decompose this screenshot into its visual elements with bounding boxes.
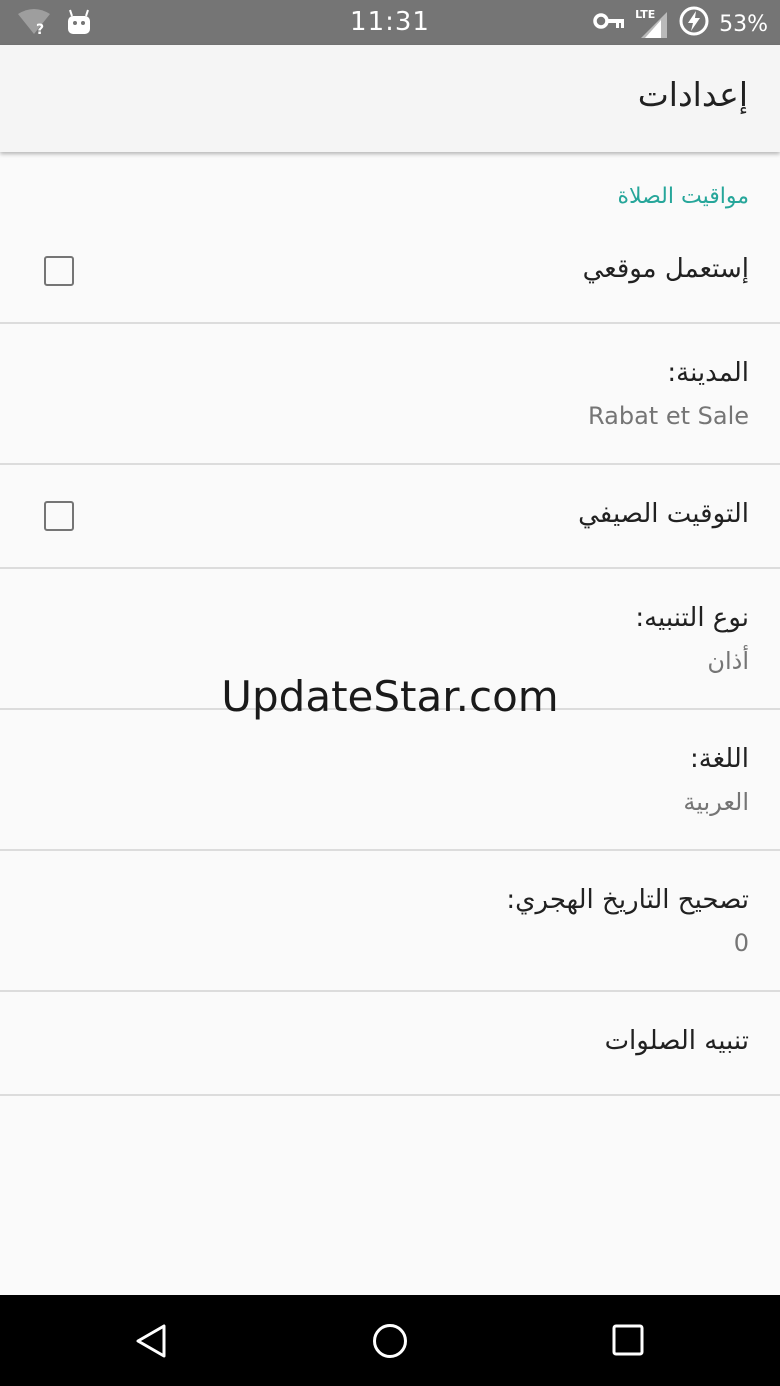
pref-prayer-alerts[interactable]: تنبيه الصلوات (0, 992, 780, 1096)
pref-summary: العربية (683, 788, 749, 816)
pref-summary: أذان (707, 647, 749, 675)
home-icon[interactable] (372, 1323, 408, 1359)
pref-title: تنبيه الصلوات (604, 1026, 749, 1056)
pref-summary: 0 (733, 929, 749, 957)
use-location-checkbox[interactable] (44, 256, 74, 286)
recents-icon[interactable] (611, 1323, 647, 1359)
status-bar: ? 11:31 LTE 53% (0, 0, 780, 45)
battery-charging-icon (679, 6, 709, 42)
pref-alert-type[interactable]: نوع التنبيه: أذان (0, 569, 780, 710)
pref-title: تصحيح التاريخ الهجري: (506, 885, 749, 915)
pref-language[interactable]: اللغة: العربية (0, 710, 780, 851)
battery-percent: 53% (719, 11, 768, 37)
daylight-saving-checkbox[interactable] (44, 501, 74, 531)
pref-city[interactable]: المدينة: Rabat et Sale (0, 324, 780, 465)
pref-use-location[interactable]: إستعمل موقعي (0, 220, 780, 324)
pref-title: اللغة: (690, 744, 749, 774)
pref-hijri-correction[interactable]: تصحيح التاريخ الهجري: 0 (0, 851, 780, 992)
pref-summary: Rabat et Sale (587, 402, 749, 430)
vpn-key-icon (593, 11, 625, 37)
category-title: مواقيت الصلاة (617, 184, 749, 209)
app-toolbar: إعدادات (0, 45, 780, 152)
page-title: إعدادات (637, 75, 748, 114)
pref-title: نوع التنبيه: (635, 603, 749, 633)
signal-icon: LTE (635, 8, 669, 40)
pref-title: التوقيت الصيفي (578, 499, 749, 529)
pref-title: إستعمل موقعي (582, 254, 749, 284)
settings-list: مواقيت الصلاة إستعمل موقعي المدينة: Raba… (0, 152, 780, 1096)
back-icon[interactable] (134, 1323, 170, 1359)
pref-title: المدينة: (667, 358, 749, 388)
pref-daylight-saving[interactable]: التوقيت الصيفي (0, 465, 780, 569)
navigation-bar (0, 1295, 780, 1386)
category-prayer-times: مواقيت الصلاة (0, 152, 780, 220)
